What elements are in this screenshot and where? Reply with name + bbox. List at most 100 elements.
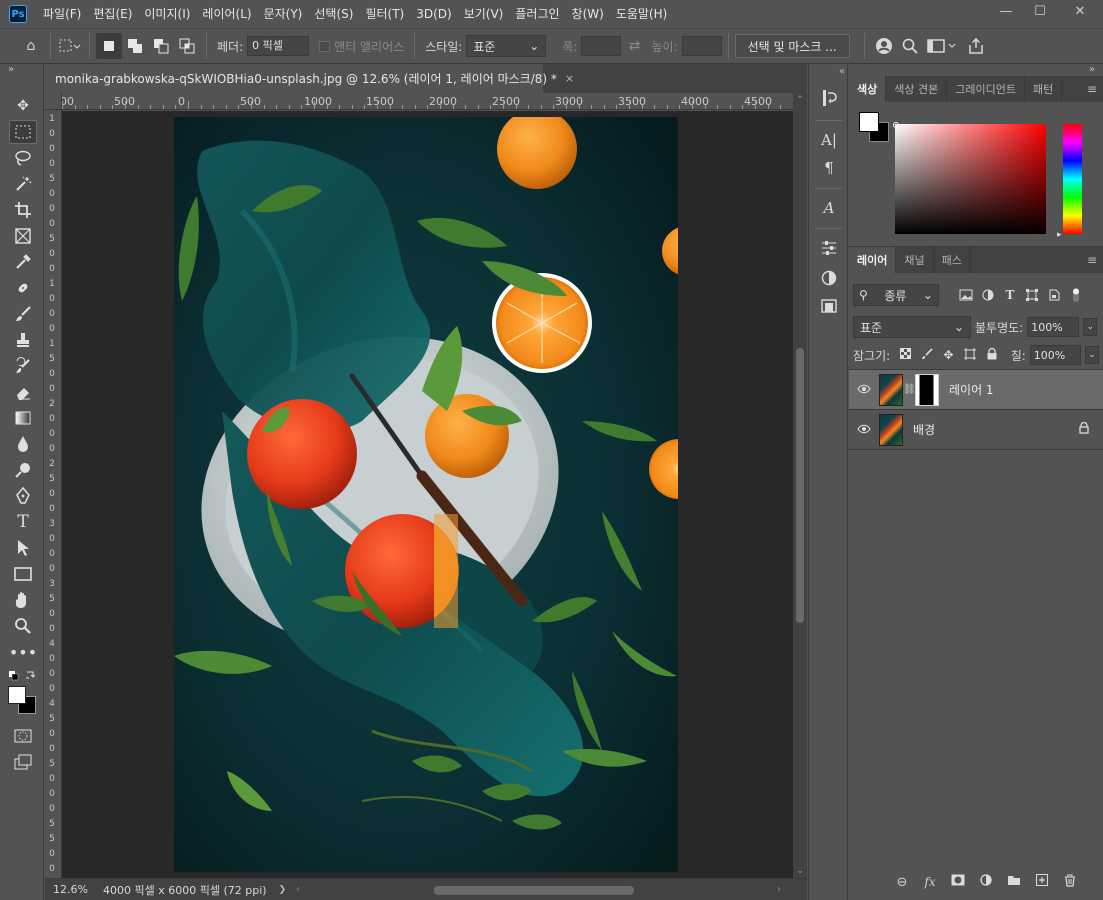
crop-tool-icon[interactable] — [9, 198, 37, 222]
default-colors-icon[interactable] — [8, 670, 36, 682]
history-brush-icon[interactable] — [9, 354, 37, 378]
gradient-tool-icon[interactable] — [9, 406, 37, 430]
add-to-selection-icon[interactable] — [122, 33, 148, 59]
pen-tool-icon[interactable] — [9, 484, 37, 508]
tab-layers[interactable]: 레이어 — [849, 247, 897, 273]
layer-name[interactable]: 레이어 1 — [949, 381, 994, 398]
color-swatches[interactable] — [8, 686, 38, 716]
clone-stamp-tool-icon[interactable] — [9, 328, 37, 352]
more-tools-icon[interactable]: ••• — [9, 640, 37, 664]
spot-healing-brush-icon[interactable] — [9, 276, 37, 300]
mask-link-icon[interactable]: ⛓ — [903, 384, 916, 395]
filter-pixel-icon[interactable] — [955, 285, 977, 305]
hue-slider[interactable] — [1063, 124, 1082, 234]
rectangular-marquee-tool-icon[interactable] — [9, 120, 37, 144]
collapse-toolbar-icon[interactable]: » — [0, 64, 43, 78]
link-layers-icon[interactable]: ⊖ — [893, 875, 911, 890]
subtract-from-selection-icon[interactable] — [148, 33, 174, 59]
libraries-panel-icon[interactable] — [817, 294, 841, 318]
lock-transparent-pixels-icon[interactable] — [894, 348, 916, 362]
blend-mode-select[interactable]: 표준 ⌄ — [853, 316, 971, 338]
vertical-ruler[interactable]: 1 0 0 0 5 0 0 0 5 0 0 1 0 0 0 1 5 0 0 2 0 0 0 2 5 0 0 3 0 0 0 3 5 0 0 4 0 0 0 4… — [45, 110, 62, 878]
feather-input[interactable]: 0 픽셀 — [247, 36, 310, 56]
scroll-down-icon[interactable]: ⌄ — [793, 866, 807, 876]
menu-file[interactable]: 파일(F) — [37, 0, 87, 28]
dodge-tool-icon[interactable] — [9, 458, 37, 482]
move-tool-icon[interactable]: ✥ — [9, 94, 37, 118]
status-menu-arrow-icon[interactable]: ❯ — [279, 885, 287, 895]
zoom-level[interactable]: 12.6% — [45, 883, 95, 896]
maximize-button[interactable]: ☐ — [1023, 0, 1057, 22]
menu-select[interactable]: 선택(S) — [308, 0, 359, 28]
menu-window[interactable]: 창(W) — [566, 0, 610, 28]
antialias-checkbox[interactable] — [319, 40, 331, 52]
share-icon[interactable] — [963, 33, 989, 59]
layer-row-background[interactable]: 배경 — [849, 410, 1103, 450]
search-icon[interactable] — [897, 33, 923, 59]
close-tab-icon[interactable]: × — [565, 72, 574, 85]
glyphs-panel-icon[interactable]: A — [817, 196, 841, 220]
home-icon[interactable]: ⌂ — [18, 33, 44, 59]
tab-gradients[interactable]: 그레이디언트 — [947, 76, 1025, 102]
brush-tool-icon[interactable] — [9, 302, 37, 326]
lock-all-icon[interactable] — [981, 347, 1003, 363]
color-picker-marker[interactable] — [893, 122, 899, 128]
lock-position-icon[interactable]: ✥ — [938, 348, 960, 362]
tab-channels[interactable]: 채널 — [896, 247, 934, 273]
lock-image-pixels-icon[interactable] — [916, 347, 938, 363]
horizontal-scrollbar[interactable] — [337, 885, 809, 895]
menu-filter[interactable]: 필터(T) — [359, 0, 410, 28]
filter-type-icon[interactable]: T — [999, 285, 1021, 305]
new-layer-icon[interactable] — [1033, 874, 1051, 890]
menu-layer[interactable]: 레이어(L) — [196, 0, 257, 28]
fill-input[interactable]: 100% — [1029, 345, 1082, 365]
path-selection-tool-icon[interactable] — [9, 536, 37, 560]
document-tab[interactable]: monika-grabkowska-qSkWIOBHia0-unsplash.j… — [45, 64, 574, 93]
type-tool-icon[interactable]: T — [9, 510, 37, 534]
zoom-tool-icon[interactable] — [9, 614, 37, 638]
layer-name[interactable]: 배경 — [913, 421, 935, 438]
horizontal-scroll-thumb[interactable] — [434, 886, 634, 895]
panel-menu-icon[interactable]: ≡ — [1087, 253, 1097, 267]
history-panel-icon[interactable] — [817, 86, 841, 110]
foreground-color-swatch[interactable] — [859, 112, 879, 132]
eraser-tool-icon[interactable] — [9, 380, 37, 404]
opacity-input[interactable]: 100% — [1027, 317, 1080, 337]
workspace-icon[interactable] — [923, 33, 963, 59]
tab-paths[interactable]: 패스 — [934, 247, 971, 273]
hue-slider-marker-icon[interactable]: ▸ — [1057, 230, 1062, 240]
layer-mask-thumbnail[interactable] — [915, 373, 939, 406]
foreground-color-swatch[interactable] — [8, 686, 26, 704]
close-window-button[interactable]: ✕ — [1057, 0, 1103, 22]
menu-3d[interactable]: 3D(D) — [410, 0, 457, 28]
lasso-tool-icon[interactable] — [9, 146, 37, 170]
scroll-left-icon[interactable]: ‹ — [296, 884, 300, 895]
adjustments-panel-icon[interactable] — [817, 266, 841, 290]
delete-layer-trash-icon[interactable] — [1061, 874, 1079, 891]
add-mask-icon[interactable] — [949, 874, 967, 890]
menu-view[interactable]: 보기(V) — [458, 0, 510, 28]
horizontal-ruler[interactable]: 1000 500 0 500 1000 1500 2000 2500 3000 … — [62, 93, 793, 110]
tab-patterns[interactable]: 패턴 — [1025, 76, 1063, 102]
menu-edit[interactable]: 편집(E) — [87, 0, 138, 28]
new-adjustment-layer-icon[interactable] — [977, 874, 995, 890]
chevron-down-icon[interactable]: ⌄ — [1083, 318, 1098, 336]
collapse-panels-icon[interactable]: » — [849, 64, 1103, 76]
width-input[interactable] — [581, 36, 622, 56]
panel-menu-icon[interactable]: ≡ — [1087, 82, 1097, 96]
lock-artboard-icon[interactable] — [959, 347, 981, 363]
character-panel-icon[interactable]: A| — [817, 128, 841, 152]
menu-image[interactable]: 이미지(I) — [138, 0, 196, 28]
screen-mode-icon[interactable] — [9, 750, 37, 774]
layer-lock-icon[interactable] — [1079, 421, 1089, 437]
visibility-eye-icon[interactable] — [849, 423, 879, 437]
vertical-scrollbar[interactable]: ⌃ ⌄ — [793, 93, 807, 878]
style-select[interactable]: 표준 ⌄ — [466, 35, 547, 57]
document-image[interactable] — [62, 111, 793, 878]
chevron-down-icon[interactable]: ⌄ — [1085, 346, 1100, 364]
ruler-corner[interactable] — [45, 93, 62, 110]
paragraph-panel-icon[interactable]: ¶ — [817, 156, 841, 180]
scroll-up-icon[interactable]: ⌃ — [793, 95, 807, 105]
menu-plugins[interactable]: 플러그인 — [509, 0, 565, 28]
magic-wand-tool-icon[interactable] — [9, 172, 37, 196]
